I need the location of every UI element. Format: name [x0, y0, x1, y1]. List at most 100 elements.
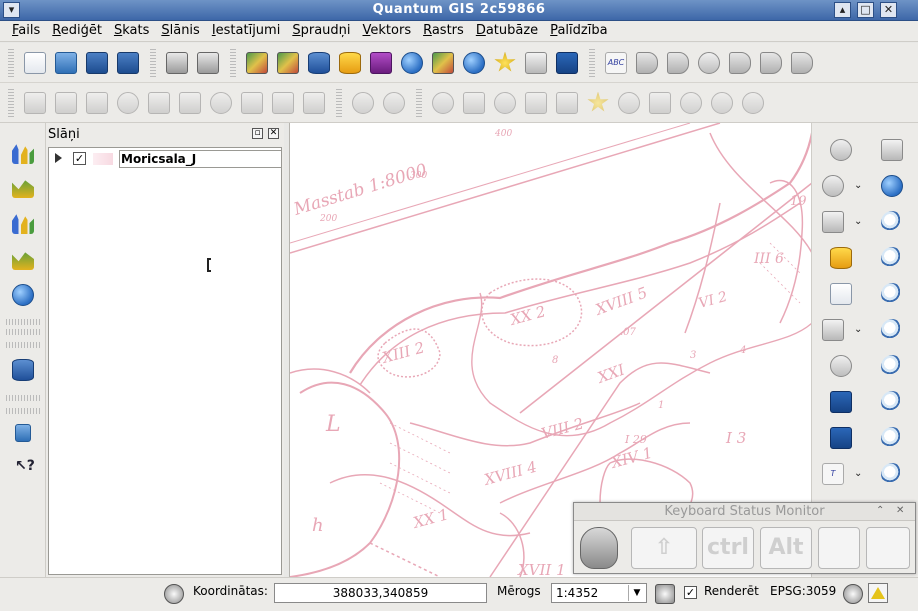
- rotate-label-button[interactable]: [756, 47, 786, 79]
- wms-globe-button[interactable]: [9, 281, 37, 309]
- menu-iestatijumi[interactable]: Iestatījumi: [206, 21, 287, 42]
- warning-button[interactable]: [868, 583, 888, 603]
- menu-datubaze[interactable]: Datubāze: [470, 21, 544, 42]
- label-tool-button[interactable]: [632, 47, 662, 79]
- menu-rastrs[interactable]: Rastrs: [417, 21, 470, 42]
- measure-button[interactable]: [818, 315, 848, 345]
- zoom-actual-button[interactable]: [877, 387, 907, 417]
- layer-name[interactable]: Moricsala_J: [119, 150, 282, 168]
- settings-button[interactable]: [818, 171, 848, 201]
- annotation-button[interactable]: [826, 351, 856, 381]
- render-checkbox[interactable]: ✓: [684, 586, 697, 599]
- save-disabled-button[interactable]: [82, 87, 112, 119]
- pan-button[interactable]: [877, 135, 907, 165]
- zoom-next-button[interactable]: [877, 459, 907, 489]
- toolbar-handle[interactable]: [150, 48, 156, 77]
- menu-palidziba[interactable]: Palīdzība: [544, 21, 613, 42]
- chevron-down-icon[interactable]: ⌄: [854, 468, 862, 479]
- merge-attributes-button[interactable]: [707, 87, 737, 119]
- add-spatialite-layer-button[interactable]: [304, 47, 334, 79]
- chevron-down-icon[interactable]: ⌄: [854, 216, 862, 227]
- reshape-features-button[interactable]: [583, 87, 613, 119]
- histogram-button[interactable]: [9, 209, 37, 237]
- add-wms-layer-button[interactable]: [273, 47, 303, 79]
- add-wfs-layer-button[interactable]: [397, 47, 427, 79]
- open-project-button[interactable]: [51, 47, 81, 79]
- simplify-feature-button[interactable]: [428, 87, 458, 119]
- whats-this-button[interactable]: ↖?: [9, 453, 37, 481]
- delete-part-button[interactable]: [552, 87, 582, 119]
- toolbar-handle[interactable]: [336, 88, 342, 117]
- offset-curve-button[interactable]: [614, 87, 644, 119]
- toolbar-handle[interactable]: [8, 48, 14, 77]
- paste-features-button[interactable]: [299, 87, 329, 119]
- toolbar-handle[interactable]: [8, 88, 14, 117]
- coordinate-field[interactable]: 388033,340859: [274, 583, 487, 603]
- add-postgis-layer-button[interactable]: [335, 47, 365, 79]
- change-label-button[interactable]: [787, 47, 817, 79]
- copy-features-button[interactable]: [268, 87, 298, 119]
- expand-arrow-icon[interactable]: [55, 153, 62, 163]
- database-button[interactable]: [9, 356, 37, 384]
- toggle-editing-button[interactable]: [51, 87, 81, 119]
- layer-row[interactable]: ✓ Moricsala_J: [49, 148, 282, 170]
- save-as-button[interactable]: [113, 47, 143, 79]
- zoom-full-button[interactable]: [877, 279, 907, 309]
- save-layer-edits-button[interactable]: [20, 87, 50, 119]
- move-label-button[interactable]: [725, 47, 755, 79]
- add-delimited-text-button[interactable]: [428, 47, 458, 79]
- rotate-point-symbols-button[interactable]: [738, 87, 768, 119]
- chevron-down-icon[interactable]: ⌄: [854, 180, 862, 191]
- cut-features-button[interactable]: [237, 87, 267, 119]
- zoom-last-button[interactable]: [877, 423, 907, 453]
- remove-layer-button[interactable]: [521, 47, 551, 79]
- zoom-out-button[interactable]: [877, 243, 907, 273]
- crs-label[interactable]: EPSG:3059: [770, 584, 836, 598]
- undo-button[interactable]: [348, 87, 378, 119]
- layer-properties-button[interactable]: [9, 245, 37, 273]
- close-icon[interactable]: ✕: [896, 505, 904, 516]
- add-vector-button[interactable]: [9, 173, 37, 201]
- node-tool-button[interactable]: [175, 87, 205, 119]
- maximize-button[interactable]: □: [857, 2, 874, 18]
- toolbar-handle[interactable]: [230, 48, 236, 77]
- attribute-table-button[interactable]: [826, 279, 856, 309]
- delete-selected-button[interactable]: [206, 87, 236, 119]
- label-abc-button[interactable]: ABC: [601, 47, 631, 79]
- select-button[interactable]: [818, 207, 848, 237]
- print-composer-button[interactable]: [162, 47, 192, 79]
- minimize-button[interactable]: ▴: [834, 2, 851, 18]
- zoom-to-selection-button[interactable]: [877, 351, 907, 381]
- identify-button[interactable]: [826, 135, 856, 165]
- save-edits-button[interactable]: [552, 47, 582, 79]
- menu-fails[interactable]: Fails: [6, 21, 46, 42]
- add-mssql-layer-button[interactable]: [366, 47, 396, 79]
- zoom-to-layer-button[interactable]: [877, 315, 907, 345]
- crs-globe-icon[interactable]: [843, 584, 863, 604]
- redo-button[interactable]: [379, 87, 409, 119]
- map-tips-button[interactable]: [826, 387, 856, 417]
- add-raster-button[interactable]: [9, 139, 37, 167]
- split-features-button[interactable]: [645, 87, 675, 119]
- move-feature-button[interactable]: [144, 87, 174, 119]
- toolbar-handle[interactable]: [416, 88, 422, 117]
- coordinate-toggle-icon[interactable]: [164, 584, 184, 604]
- save-project-button[interactable]: [82, 47, 112, 79]
- add-feature-button[interactable]: [113, 87, 143, 119]
- layer-tree[interactable]: ✓ Moricsala_J: [48, 147, 282, 575]
- add-raster-layer-button[interactable]: [242, 47, 272, 79]
- toolbar-handle[interactable]: [589, 48, 595, 77]
- pin-label-button[interactable]: [663, 47, 693, 79]
- menu-skats[interactable]: Skats: [108, 21, 155, 42]
- print-button[interactable]: [193, 47, 223, 79]
- chevron-up-icon[interactable]: ⌃: [876, 505, 884, 516]
- menu-rediget[interactable]: Rediģēt: [46, 21, 108, 42]
- stop-render-icon[interactable]: [655, 584, 675, 604]
- text-annotation-button[interactable]: T: [818, 459, 848, 489]
- layer-visibility-checkbox[interactable]: ✓: [73, 152, 86, 165]
- new-bookmark-button[interactable]: [826, 423, 856, 453]
- help-book-button[interactable]: [9, 419, 37, 447]
- add-gpx-button[interactable]: [459, 47, 489, 79]
- panel-float-button[interactable]: ▫: [252, 128, 263, 139]
- menu-slanis[interactable]: Slānis: [155, 21, 205, 42]
